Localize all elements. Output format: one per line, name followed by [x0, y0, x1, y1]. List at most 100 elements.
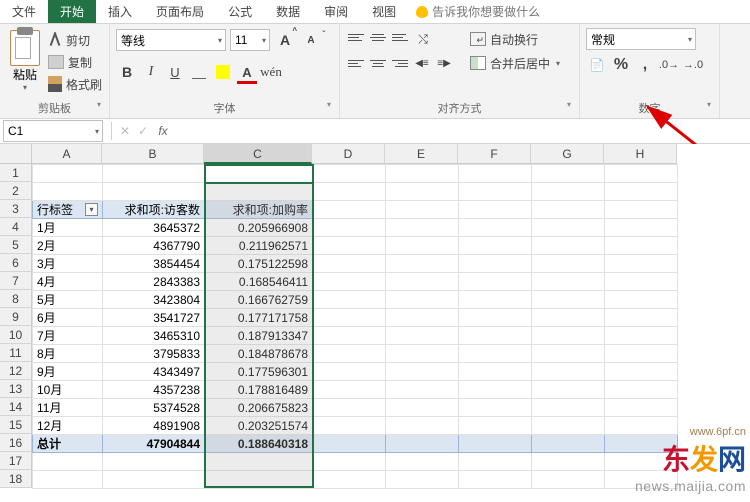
menu-insert[interactable]: 插入 — [96, 0, 144, 23]
pivot-header-rowlabel[interactable]: 行标签▾ — [33, 201, 103, 219]
row-header-11[interactable]: 11 — [0, 344, 32, 362]
pivot-visitors-value[interactable]: 3645372 — [103, 219, 205, 237]
cell[interactable] — [386, 291, 459, 309]
cell[interactable] — [459, 237, 532, 255]
decrease-decimal-button[interactable]: →.0 — [682, 54, 704, 76]
pivot-visitors-value[interactable]: 4891908 — [103, 417, 205, 435]
pivot-visitors-value[interactable]: 3465310 — [103, 327, 205, 345]
pivot-row-label[interactable]: 2月 — [33, 237, 103, 255]
copy-button[interactable]: 复制 — [48, 52, 102, 72]
cell[interactable] — [313, 399, 386, 417]
font-size-combo[interactable]: 11 — [230, 29, 270, 51]
format-painter-button[interactable]: 格式刷 — [48, 74, 102, 94]
menu-data[interactable]: 数据 — [264, 0, 312, 23]
pivot-addrate-value[interactable]: 0.205966908 — [205, 219, 313, 237]
cell[interactable] — [386, 201, 459, 219]
cell[interactable] — [605, 381, 678, 399]
row-header-15[interactable]: 15 — [0, 416, 32, 434]
increase-decimal-button[interactable]: .0→ — [658, 54, 680, 76]
cell[interactable] — [532, 345, 605, 363]
row-header-7[interactable]: 7 — [0, 272, 32, 290]
cell[interactable] — [605, 291, 678, 309]
cell[interactable] — [532, 291, 605, 309]
underline-button[interactable]: U — [164, 61, 186, 83]
pivot-visitors-value[interactable]: 3854454 — [103, 255, 205, 273]
cell[interactable] — [103, 453, 205, 471]
row-header-14[interactable]: 14 — [0, 398, 32, 416]
cell[interactable] — [459, 309, 532, 327]
cell[interactable] — [313, 291, 386, 309]
font-name-combo[interactable]: 等线 — [116, 29, 226, 51]
increase-font-button[interactable]: A — [274, 29, 296, 51]
pivot-visitors-value[interactable]: 2843383 — [103, 273, 205, 291]
cell[interactable] — [459, 381, 532, 399]
cell[interactable] — [33, 183, 103, 201]
select-all-corner[interactable] — [0, 144, 32, 164]
cell[interactable] — [532, 183, 605, 201]
cell[interactable] — [605, 219, 678, 237]
cell[interactable] — [313, 255, 386, 273]
column-header-B[interactable]: B — [102, 144, 204, 164]
decrease-font-button[interactable]: A — [300, 29, 322, 51]
cell[interactable] — [386, 363, 459, 381]
row-header-6[interactable]: 6 — [0, 254, 32, 272]
row-header-13[interactable]: 13 — [0, 380, 32, 398]
row-header-9[interactable]: 9 — [0, 308, 32, 326]
cell[interactable] — [532, 399, 605, 417]
column-header-C[interactable]: C — [204, 144, 312, 164]
cell[interactable] — [459, 327, 532, 345]
cell[interactable] — [459, 165, 532, 183]
pivot-visitors-value[interactable]: 3423804 — [103, 291, 205, 309]
pivot-row-label[interactable]: 11月 — [33, 399, 103, 417]
row-header-2[interactable]: 2 — [0, 182, 32, 200]
pivot-row-label[interactable]: 12月 — [33, 417, 103, 435]
cell[interactable] — [532, 237, 605, 255]
menu-view[interactable]: 视图 — [360, 0, 408, 23]
bold-button[interactable]: B — [116, 61, 138, 83]
cancel-icon[interactable]: ✕ — [116, 124, 134, 138]
wrap-text-button[interactable]: 自动换行 — [466, 28, 564, 50]
cell[interactable] — [386, 417, 459, 435]
cell[interactable] — [532, 165, 605, 183]
cell[interactable] — [386, 399, 459, 417]
cell[interactable] — [459, 345, 532, 363]
column-header-G[interactable]: G — [531, 144, 604, 164]
row-header-8[interactable]: 8 — [0, 290, 32, 308]
cell[interactable] — [605, 399, 678, 417]
cell[interactable] — [532, 417, 605, 435]
cell[interactable] — [386, 345, 459, 363]
cell[interactable] — [386, 183, 459, 201]
pivot-row-label[interactable]: 5月 — [33, 291, 103, 309]
pivot-total-label[interactable]: 总计 — [33, 435, 103, 453]
cell[interactable] — [313, 165, 386, 183]
column-header-D[interactable]: D — [312, 144, 385, 164]
cell[interactable] — [605, 309, 678, 327]
merge-center-button[interactable]: 合并后居中 ▾ — [466, 52, 564, 74]
pivot-row-label[interactable]: 1月 — [33, 219, 103, 237]
row-header-1[interactable]: 1 — [0, 164, 32, 182]
pivot-addrate-value[interactable]: 0.177596301 — [205, 363, 313, 381]
cell[interactable] — [532, 471, 605, 489]
cell[interactable] — [459, 435, 532, 453]
cell[interactable] — [33, 453, 103, 471]
cell[interactable] — [459, 399, 532, 417]
cell[interactable] — [459, 417, 532, 435]
align-top-button[interactable] — [346, 28, 366, 46]
cell[interactable] — [532, 453, 605, 471]
cell[interactable] — [532, 327, 605, 345]
cell[interactable] — [313, 327, 386, 345]
cell[interactable] — [459, 453, 532, 471]
pivot-row-label[interactable]: 10月 — [33, 381, 103, 399]
cell[interactable] — [103, 165, 205, 183]
cell[interactable] — [532, 255, 605, 273]
cell[interactable] — [103, 183, 205, 201]
cell[interactable] — [205, 183, 313, 201]
column-header-A[interactable]: A — [32, 144, 102, 164]
pivot-visitors-value[interactable]: 5374528 — [103, 399, 205, 417]
pivot-visitors-value[interactable]: 4367790 — [103, 237, 205, 255]
name-box[interactable]: C1 — [3, 120, 103, 142]
pivot-header-addrate[interactable]: 求和项:加购率 — [205, 201, 313, 219]
row-header-17[interactable]: 17 — [0, 452, 32, 470]
cell[interactable] — [313, 219, 386, 237]
cell[interactable] — [605, 327, 678, 345]
